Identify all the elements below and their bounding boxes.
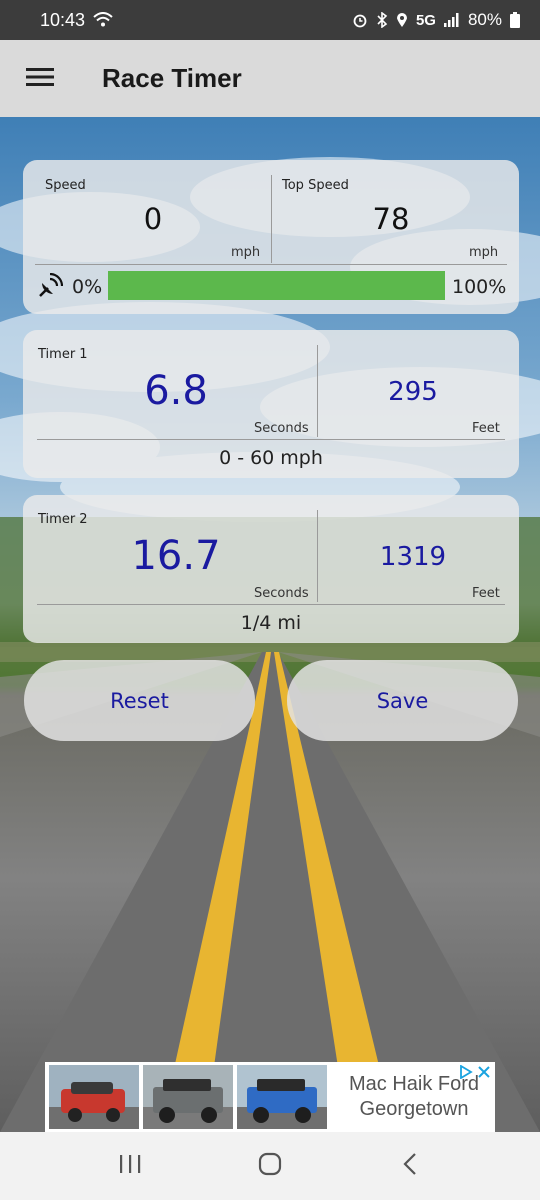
top-speed-label: Top Speed (282, 178, 349, 193)
timer1-time-unit: Seconds (254, 421, 309, 436)
timer2-divider (317, 510, 318, 602)
gps-max-label: 100% (452, 276, 507, 298)
menu-button[interactable] (0, 40, 80, 117)
ad-banner[interactable]: Mac Haik Ford Georgetown (45, 1062, 495, 1132)
timer1-divider (317, 345, 318, 437)
gps-divider (35, 264, 507, 265)
timer2-distance-unit: Feet (472, 586, 500, 601)
battery-icon (510, 12, 520, 28)
gps-min-label: 0% (72, 276, 103, 298)
timer2-time-value: 16.7 (131, 533, 221, 579)
gps-signal-fill (108, 271, 445, 300)
system-nav-bar (0, 1132, 540, 1200)
wifi-icon (93, 12, 113, 28)
top-speed-value: 78 (372, 202, 410, 236)
speed-divider (271, 175, 272, 263)
timer1-distance-value: 295 (388, 377, 438, 407)
reset-button[interactable]: Reset (24, 660, 255, 741)
timer2-time-unit: Seconds (254, 586, 309, 601)
timer2-card: Timer 2 16.7 Seconds 1319 Feet 1/4 mi (23, 495, 519, 643)
timer1-time-value: 6.8 (144, 368, 208, 414)
ad-image-gray-suv[interactable] (143, 1065, 233, 1129)
signal-icon (443, 13, 460, 27)
gps-signal-bar (108, 271, 445, 300)
speed-card: Speed 0 mph Top Speed 78 mph 0% 100% (23, 160, 519, 314)
timer1-label: Timer 1 (38, 347, 88, 362)
network-type: 5G (415, 11, 436, 29)
bluetooth-icon (376, 12, 388, 28)
ad-image-red-suv[interactable] (49, 1065, 139, 1129)
timer1-distance-unit: Feet (472, 421, 500, 436)
page-title: Race Timer (102, 63, 242, 93)
home-button[interactable] (240, 1136, 300, 1196)
ad-line2: Georgetown (359, 1098, 469, 1120)
back-button[interactable] (380, 1136, 440, 1196)
battery-level: 80% (467, 10, 502, 29)
speed-label: Speed (45, 178, 86, 193)
timer2-label: Timer 2 (38, 512, 88, 527)
speed-value: 0 (143, 202, 163, 236)
recent-apps-button[interactable] (100, 1136, 160, 1196)
alarm-icon (352, 12, 368, 28)
top-speed-unit: mph (469, 245, 499, 260)
status-icons: 5G 80% (352, 10, 520, 30)
hamburger-icon (26, 67, 54, 91)
app-bar: Race Timer (0, 40, 540, 117)
timer2-distance-value: 1319 (379, 542, 447, 572)
location-icon (396, 12, 408, 28)
adchoices-icon[interactable] (459, 1064, 473, 1083)
ad-image-blue-suv[interactable] (237, 1065, 327, 1129)
timer2-range: 1/4 mi (240, 612, 302, 634)
speed-unit: mph (231, 245, 261, 260)
satellite-icon (37, 272, 64, 303)
timer2-hdivider (37, 604, 505, 605)
status-time: 10:43 (40, 9, 86, 30)
home-icon (258, 1152, 282, 1180)
timer1-hdivider (37, 439, 505, 440)
back-icon (402, 1152, 418, 1180)
recent-apps-icon (118, 1153, 142, 1179)
timer1-range: 0 - 60 mph (219, 447, 323, 469)
timer1-card: Timer 1 6.8 Seconds 295 Feet 0 - 60 mph (23, 330, 519, 478)
ad-badge (459, 1064, 491, 1083)
status-bar: 10:43 5G 80% (0, 0, 540, 40)
save-button[interactable]: Save (287, 660, 518, 741)
close-icon[interactable] (477, 1064, 491, 1083)
